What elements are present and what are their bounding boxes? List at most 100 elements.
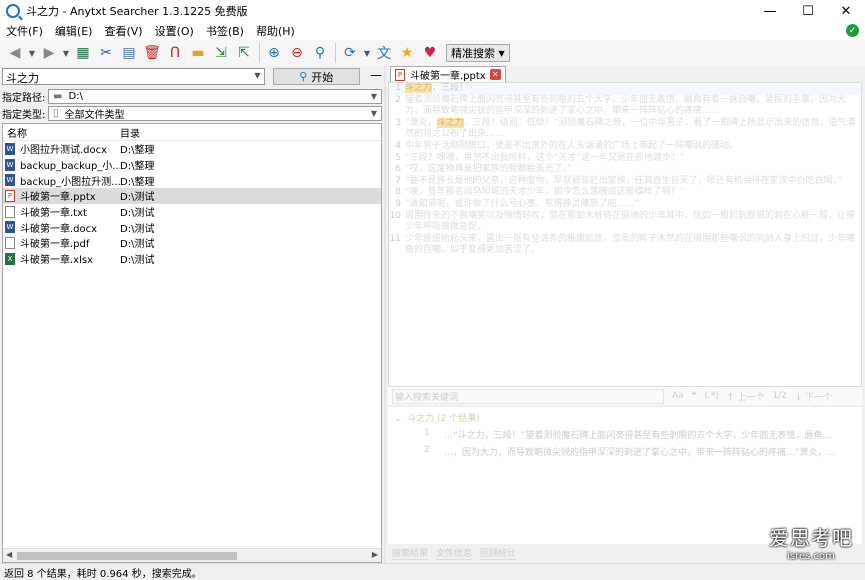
horizontal-scrollbar[interactable]: ◀ ▶ — [3, 548, 381, 562]
results-group[interactable]: ⌄ 斗之力 (2 个结果) — [394, 411, 856, 424]
chevron-down-icon: ▼ — [370, 108, 377, 118]
cut-icon[interactable]: ✂ — [95, 42, 117, 64]
file-dir: D:\测试 — [120, 192, 155, 204]
close-tab-icon[interactable]: ✕ — [489, 69, 501, 80]
table-row[interactable]: P 斗破第一章.pptx D:\测试 — [3, 188, 381, 204]
table-row[interactable]: 斗破第一章.txt D:\测试 — [3, 204, 381, 220]
filetype-value: 全部文件类型 — [64, 109, 125, 121]
filetype-select[interactable]: ▯ 全部文件类型 ▼ — [48, 105, 382, 121]
back-arrow-icon[interactable]: ◀ — [4, 42, 26, 64]
prev-match-label: 上一个 — [737, 392, 765, 403]
docx-file-icon: W — [5, 158, 15, 171]
menu-help[interactable]: 帮助(H) — [250, 23, 301, 39]
collapse-button[interactable]: — — [370, 68, 382, 85]
star-icon[interactable]: ★ — [396, 42, 418, 64]
dropdown-icon[interactable]: ▼ — [27, 42, 37, 64]
line-text-pre: 望着测验魔石碑上面闪亮得甚至有些刺眼的五个大字，少年面无表情，唇角有着一抹自嘲，… — [405, 94, 847, 117]
results-group-label: 斗之力 (2 个结果) — [407, 414, 480, 424]
line-text: 少年缓缓抬起头来，露出一张有些清秀的稚嫩脸庞，漆黑的眸子木然的在周围那些嘲讽的同… — [405, 234, 861, 257]
close-button[interactable]: ✕ — [827, 0, 865, 22]
line-number: 2 — [395, 94, 401, 105]
find-input[interactable]: 输入搜索关键词 — [392, 388, 664, 404]
preview-panel: P 斗破第一章.pptx ✕ 1 斗之力，三段！ 2 望着测验魔石碑上面闪亮得甚至有些… — [386, 66, 865, 563]
highlighted-match: 斗之力 — [436, 117, 464, 128]
table-row[interactable]: W 小图拉升测试.docx D:\整理 — [3, 141, 381, 157]
translate-icon[interactable]: 文 — [373, 42, 395, 64]
tab-file-info[interactable]: 文件信息 — [436, 546, 473, 560]
status-text: 返回 8 个结果，耗时 0.964 秒，搜索完成。 — [4, 568, 202, 580]
menu-edit[interactable]: 编辑(E) — [49, 23, 99, 39]
tab-preview-file[interactable]: P 斗破第一章.pptx ✕ — [390, 66, 506, 82]
chevron-down-icon[interactable]: ▼ — [254, 71, 260, 80]
search-icon[interactable]: ⚲ — [309, 42, 331, 64]
dropdown-icon[interactable]: ▼ — [61, 42, 71, 64]
line-number: 5 — [395, 152, 401, 163]
export-icon[interactable]: ⇲ — [210, 42, 232, 64]
start-button[interactable]: ⚲ 开始 — [272, 68, 360, 85]
menu-file[interactable]: 文件(F) — [0, 23, 49, 39]
column-header-dir[interactable]: 目录 — [120, 125, 140, 140]
refresh-icon[interactable]: ⟳ — [339, 42, 361, 64]
menu-settings[interactable]: 设置(O) — [149, 23, 200, 39]
column-header-name[interactable]: 名称 — [3, 125, 120, 140]
file-name-cell: W 斗破第一章.docx — [3, 220, 120, 235]
forward-arrow-icon[interactable]: ▶ — [38, 42, 60, 64]
delete-icon[interactable]: 🗑 — [141, 42, 163, 64]
precise-search-label: 精准搜索 — [451, 47, 495, 60]
maximize-button[interactable]: ☐ — [789, 0, 827, 22]
preview-line: 11 少年缓缓抬起头来，露出一张有些清秀的稚嫩脸庞，漆黑的眸子木然的在周围那些嘲讽… — [389, 234, 861, 257]
result-text: …，因为大力，而导致略微尖锐的指甲深深的刺进了掌心之中，带来一阵阵钻心的疼痛…“… — [444, 448, 836, 458]
regex-toggle[interactable]: (.*) — [705, 391, 719, 401]
search-input[interactable]: 斗之力 ▼ — [2, 68, 265, 85]
match-word-toggle[interactable]: ❝ — [692, 391, 697, 401]
line-number: 1 — [395, 83, 401, 93]
title-bar: 斗之力 - Anytxt Searcher 1.3.1225 免费版 — ☐ ✕ — [0, 0, 865, 22]
heart-icon[interactable]: ♥ — [419, 42, 441, 64]
docx-file-icon: W — [5, 142, 15, 155]
table-row[interactable]: Wbackup_backup_小... D:\整理 — [3, 157, 381, 173]
path-select[interactable]: ▬ D:\ ▼ — [48, 88, 382, 104]
file-name: backup_backup_小... — [20, 161, 120, 173]
next-match-button[interactable]: ↓ 下一个 — [795, 390, 832, 403]
scroll-left-icon[interactable]: ◀ — [6, 550, 12, 559]
line-text: “唉，昔年那名闻乌坦城的天才少年，如今怎么落魄成这般模样了啊？” — [405, 187, 861, 199]
pptx-file-icon: P — [395, 68, 405, 81]
file-name-cell: 斗破第一章.pdf — [3, 235, 120, 250]
precise-search-select[interactable]: 精准搜索 ▼ — [446, 44, 510, 62]
scrollbar-thumb[interactable] — [17, 552, 237, 560]
magnet-icon[interactable]: Ո — [164, 42, 186, 64]
zoom-out-icon[interactable]: ⊖ — [286, 42, 308, 64]
chevron-down-icon: ▼ — [498, 48, 505, 58]
result-item[interactable]: 1 …“斗之力，三段！”望着测验魔石碑上面闪亮得甚至有些刺眼的五个大字，少年面无表… — [394, 428, 856, 441]
file-name-cell: Wbackup_backup_小... — [3, 157, 120, 172]
folder-icon[interactable]: ▬ — [187, 42, 209, 64]
path-value: D:\ — [68, 90, 83, 102]
table-row[interactable]: Wbackup_小图拉升测... D:\整理 — [3, 172, 381, 188]
minimize-button[interactable]: — — [751, 0, 789, 22]
dropdown-icon[interactable]: ▼ — [362, 42, 372, 64]
tab-stats[interactable]: 回顾统计 — [480, 546, 517, 560]
menu-bookmarks[interactable]: 书签(B) — [200, 23, 250, 39]
import-icon[interactable]: ⇱ — [233, 42, 255, 64]
table-row[interactable]: W 斗破第一章.docx D:\测试 — [3, 219, 381, 235]
status-ok-icon: ✓ — [846, 24, 859, 37]
chevron-down-icon: ▼ — [370, 91, 377, 101]
table-row[interactable]: X 斗破第一章.xlsx D:\测试 — [3, 251, 381, 267]
document-icon[interactable]: ▤ — [118, 42, 140, 64]
result-item[interactable]: 2 …，因为大力，而导致略微尖锐的指甲深深的刺进了掌心之中，带来一阵阵钻心的疼痛…… — [394, 445, 856, 458]
file-dir: D:\测试 — [120, 239, 155, 251]
prev-match-button[interactable]: ↑ 上一个 — [727, 390, 764, 403]
line-number: 4 — [395, 140, 401, 151]
toolbar-separator — [335, 43, 336, 63]
list-header: 名称 目录 — [3, 124, 381, 141]
tab-search-results[interactable]: 搜索结果 — [392, 546, 429, 560]
menu-view[interactable]: 查看(V) — [98, 23, 148, 39]
table-row[interactable]: 斗破第一章.pdf D:\测试 — [3, 235, 381, 251]
toolbar-separator — [259, 43, 260, 63]
line-number: 8 — [395, 187, 401, 198]
line-text: 周围传来的不屑嘲笑以及惋惜轻叹，落在那如木桩待在原地的少年耳中，恍如一根利刺狠狠… — [405, 211, 861, 234]
scroll-right-icon[interactable]: ▶ — [372, 550, 378, 559]
zoom-in-icon[interactable]: ⊕ — [263, 42, 285, 64]
match-case-toggle[interactable]: Aa — [672, 391, 684, 401]
excel-icon[interactable]: ▦ — [72, 42, 94, 64]
